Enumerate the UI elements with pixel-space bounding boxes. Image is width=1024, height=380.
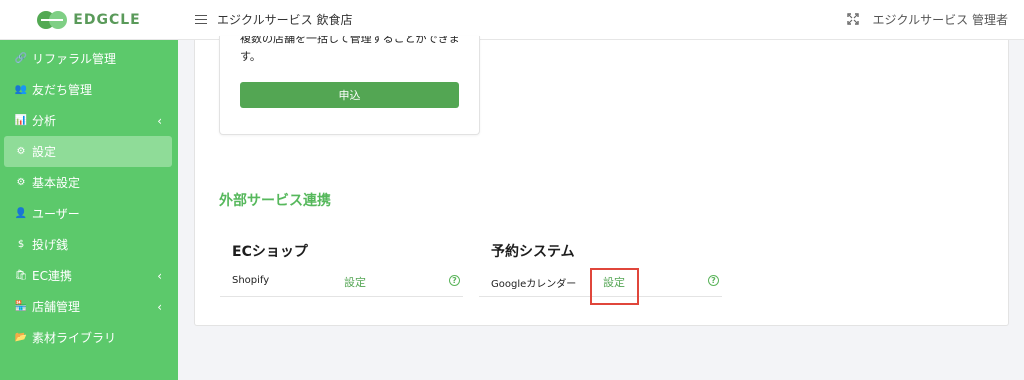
group-heading: ECショップ bbox=[232, 244, 308, 260]
plan-description: 複数の店舗を一括して管理することができます。 bbox=[240, 36, 460, 63]
shopify-settings-link[interactable]: 設定 bbox=[344, 274, 366, 290]
sidebar: EDGCLE 🔗 リファラル管理 👥 友だち管理 📊 分析 ‹ ⚙ 設定 ⚙ 基… bbox=[0, 0, 178, 380]
sidebar-item-label: EC連携 bbox=[32, 269, 72, 283]
group-heading: 予約システム bbox=[491, 244, 575, 260]
sidebar-item-library[interactable]: 📂 素材ライブラリ bbox=[0, 322, 178, 353]
apply-button[interactable]: 申込 bbox=[240, 82, 459, 108]
sidebar-item-label: リファラル管理 bbox=[32, 52, 117, 66]
shopping-bag-icon: 🛍 bbox=[14, 270, 28, 281]
sidebar-item-label: 友だち管理 bbox=[32, 83, 93, 97]
fullscreen-icon[interactable] bbox=[847, 13, 859, 25]
chevron-left-icon: ‹ bbox=[157, 113, 162, 128]
sidebar-item-users[interactable]: 👤 ユーザー bbox=[0, 198, 178, 229]
hamburger-menu-icon[interactable] bbox=[195, 14, 207, 25]
service-row: Shopify 設定 ? bbox=[220, 275, 463, 297]
store-icon: 🏪 bbox=[14, 301, 28, 312]
users-icon: 👥 bbox=[14, 84, 28, 95]
user-menu[interactable]: エジクルサービス 管理者 bbox=[873, 11, 1008, 28]
settings-card: 複数の店舗を一括して管理することができます。 申込 外部サービス連携 ECショッ… bbox=[194, 36, 1009, 326]
sidebar-item-tips[interactable]: $ 投げ銭 bbox=[0, 229, 178, 260]
sidebar-item-label: 分析 bbox=[32, 114, 57, 128]
folder-icon: 📂 bbox=[14, 332, 28, 343]
store-title: エジクルサービス 飲食店 bbox=[217, 13, 353, 27]
sidebar-item-settings[interactable]: ⚙ 設定 bbox=[4, 136, 172, 167]
sidebar-item-label: ユーザー bbox=[32, 207, 80, 221]
topbar: エジクルサービス 飲食店 エジクルサービス 管理者 bbox=[178, 0, 1024, 40]
dollar-icon: $ bbox=[17, 239, 25, 250]
section-title: 外部サービス連携 bbox=[219, 193, 331, 209]
sidebar-item-label: 素材ライブラリ bbox=[32, 331, 117, 345]
sidebar-item-label: 店舗管理 bbox=[32, 300, 81, 314]
sidebar-item-friends[interactable]: 👥 友だち管理 bbox=[0, 74, 178, 105]
ec-shop-group: ECショップ Shopify 設定 ? bbox=[220, 241, 463, 297]
chevron-left-icon: ‹ bbox=[157, 299, 162, 314]
gear-icon: ⚙ bbox=[16, 146, 26, 157]
sidebar-item-label: 投げ銭 bbox=[32, 238, 69, 252]
sidebar-item-label: 設定 bbox=[32, 145, 57, 159]
sidebar-item-analytics[interactable]: 📊 分析 ‹ bbox=[0, 105, 178, 136]
chevron-left-icon: ‹ bbox=[157, 268, 162, 283]
sidebar-item-ec[interactable]: 🛍 EC連携 ‹ bbox=[0, 260, 178, 291]
sidebar-item-stores[interactable]: 🏪 店舗管理 ‹ bbox=[0, 291, 178, 322]
help-icon[interactable]: ? bbox=[449, 275, 460, 286]
sidebar-item-basic-settings[interactable]: ⚙ 基本設定 bbox=[0, 167, 178, 198]
plan-card: 複数の店舗を一括して管理することができます。 申込 bbox=[219, 36, 480, 135]
brand-name: EDGCLE bbox=[73, 11, 141, 28]
brand-logo[interactable]: EDGCLE bbox=[0, 0, 178, 40]
sidebar-nav: 🔗 リファラル管理 👥 友だち管理 📊 分析 ‹ ⚙ 設定 ⚙ 基本設定 👤 ユ… bbox=[0, 40, 178, 353]
link-icon: 🔗 bbox=[14, 53, 28, 64]
help-icon[interactable]: ? bbox=[708, 275, 719, 286]
chart-icon: 📊 bbox=[14, 115, 28, 126]
highlight-box bbox=[590, 268, 639, 305]
gear-icon: ⚙ bbox=[16, 177, 26, 188]
service-name: Googleカレンダー bbox=[491, 279, 577, 290]
sidebar-item-label: 基本設定 bbox=[32, 176, 81, 190]
sidebar-item-referral[interactable]: 🔗 リファラル管理 bbox=[0, 43, 178, 74]
user-icon: 👤 bbox=[14, 208, 28, 219]
logo-icon bbox=[37, 10, 68, 29]
service-name: Shopify bbox=[232, 275, 270, 286]
